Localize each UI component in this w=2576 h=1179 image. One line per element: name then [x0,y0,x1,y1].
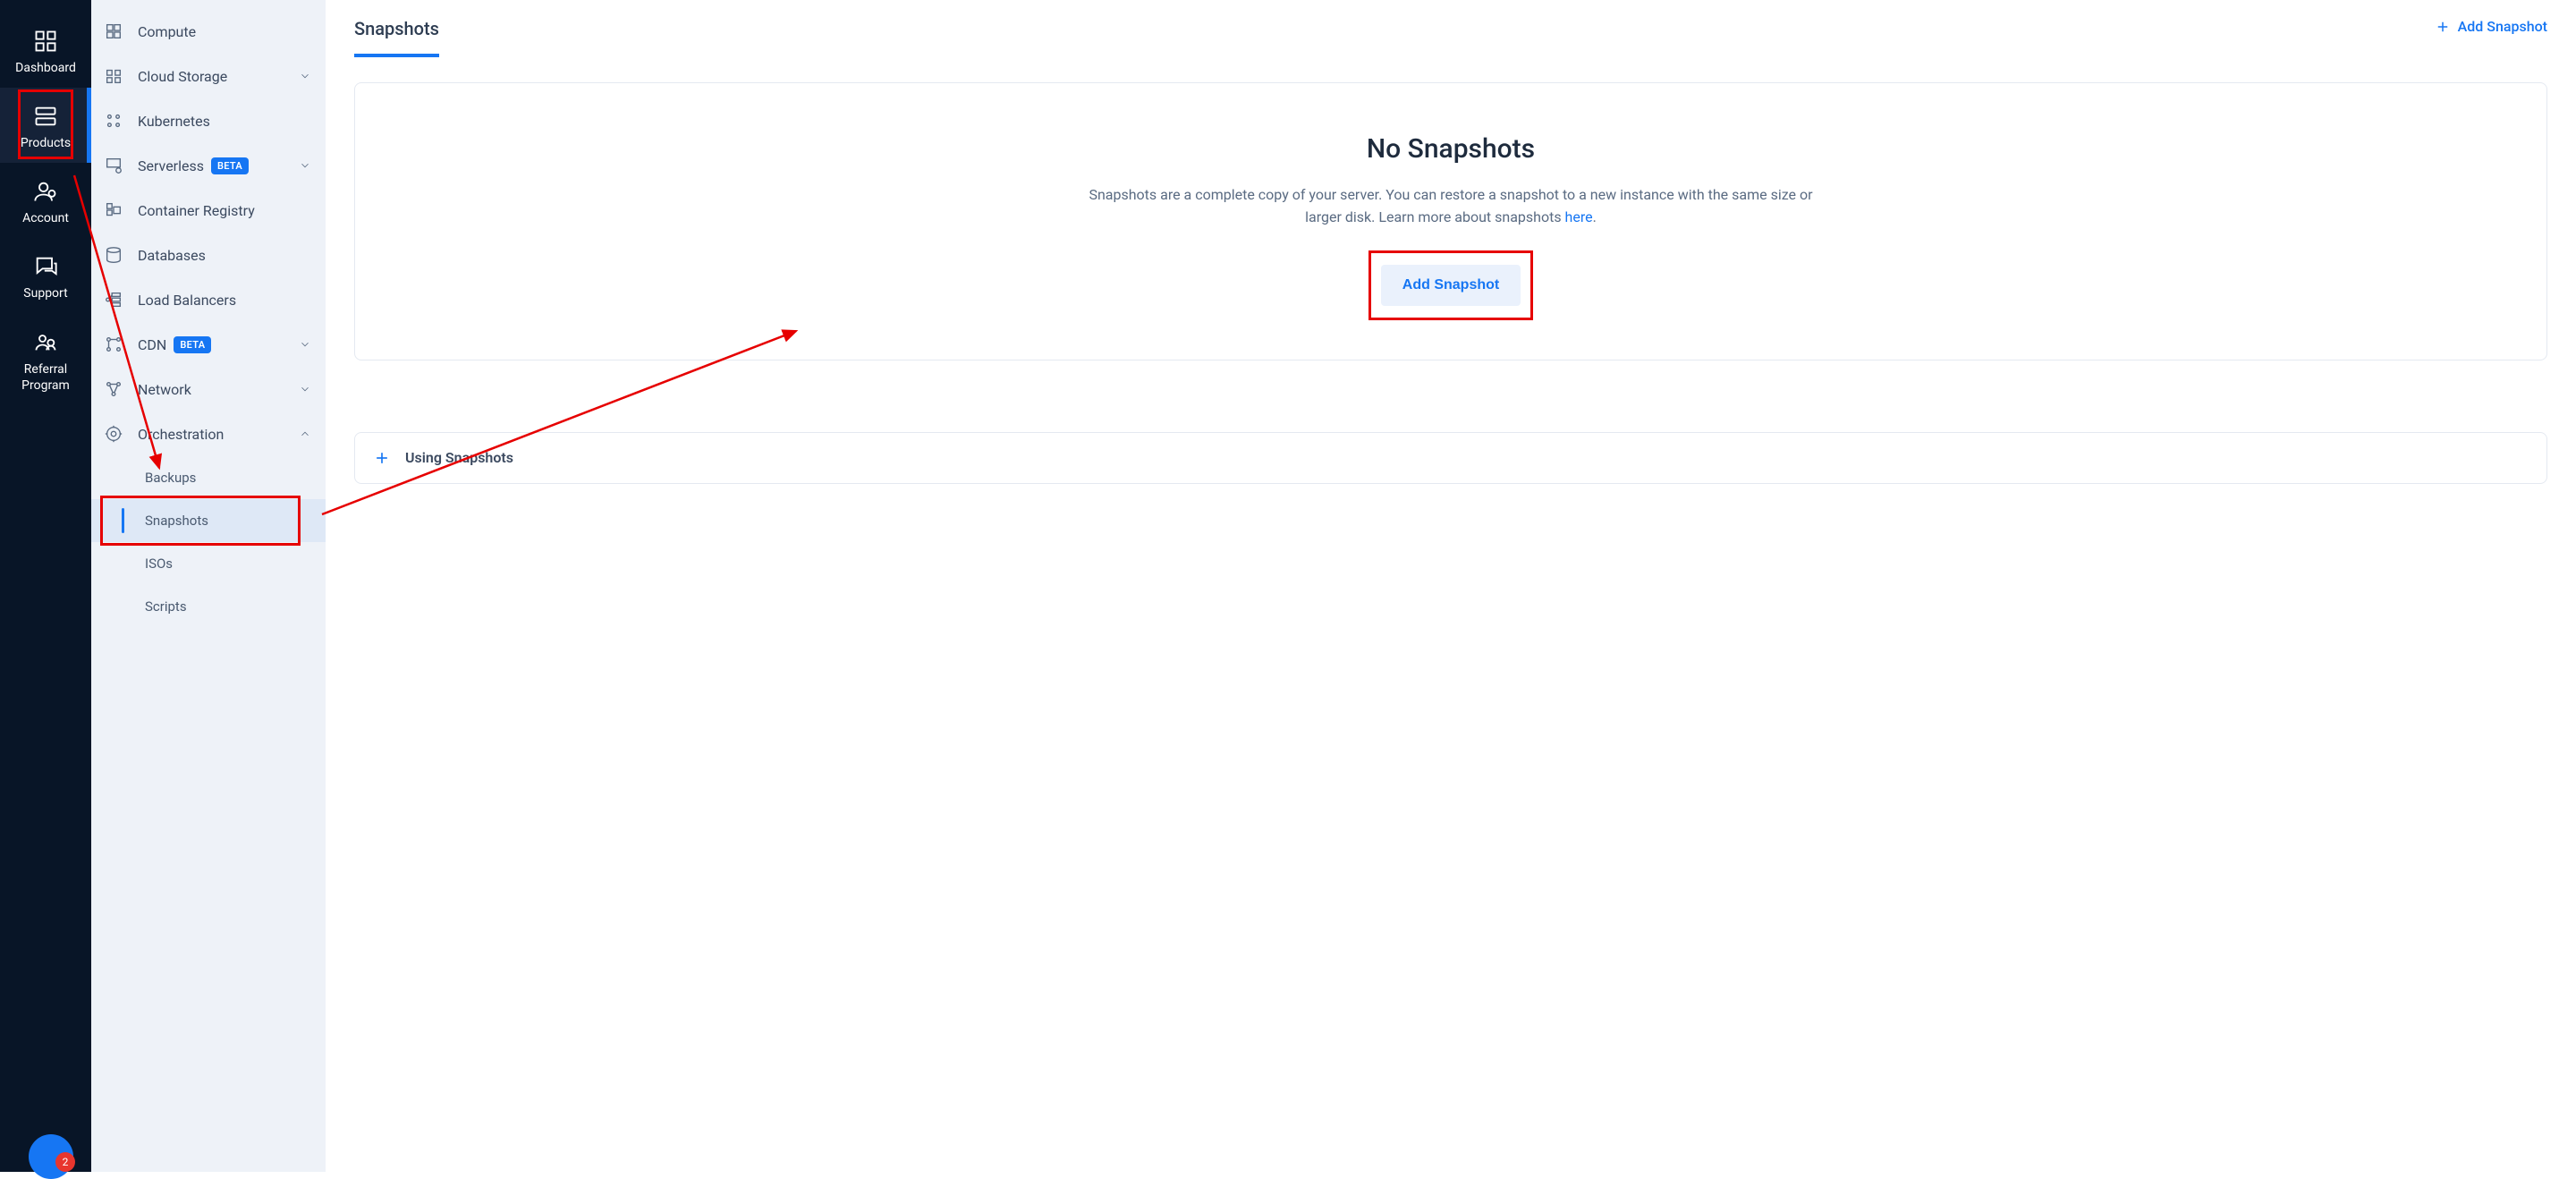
side-sub-snapshots[interactable]: Snapshots [91,499,326,542]
side-network[interactable]: Network [91,367,326,411]
secondary-nav: Compute Cloud Storage Kubernetes Serverl… [91,0,326,1172]
side-sub-backups-label: Backups [145,470,196,486]
primary-nav: Dashboard Products Account Support Refer… [0,0,91,1172]
load-balancers-icon [104,290,123,310]
side-compute[interactable]: Compute [91,9,326,54]
tab-snapshots[interactable]: Snapshots [354,13,439,57]
chevron-down-icon [299,338,311,351]
nav-support-label: Support [23,286,67,301]
side-container-registry-label: Container Registry [138,202,255,219]
cdn-icon [104,335,123,354]
server-icon [33,104,58,129]
empty-desc-text: Snapshots are a complete copy of your se… [1089,186,1812,225]
side-sub-backups[interactable]: Backups [91,456,326,499]
add-snapshot-button[interactable]: Add Snapshot [1381,265,1521,306]
side-sub-isos-label: ISOs [145,556,173,572]
side-orchestration[interactable]: Orchestration [91,411,326,456]
nav-support[interactable]: Support [0,238,91,313]
beta-badge: BETA [211,157,249,174]
orchestration-icon [104,424,123,444]
chevron-down-icon [299,159,311,172]
side-cdn-label: CDN [138,336,166,353]
nav-products-label: Products [21,136,71,150]
side-cdn[interactable]: CDN BETA [91,322,326,367]
side-network-label: Network [138,381,191,398]
side-orchestration-label: Orchestration [138,426,224,443]
chevron-down-icon [299,383,311,395]
side-compute-label: Compute [138,23,196,40]
side-container-registry[interactable]: Container Registry [91,188,326,233]
dashboard-icon [33,29,58,54]
serverless-icon [104,156,123,175]
referral-icon [33,329,58,354]
learn-more-link[interactable]: here [1565,208,1593,225]
using-snapshots-accordion[interactable]: Using Snapshots [354,432,2547,484]
container-registry-icon [104,200,123,220]
nav-products[interactable]: Products [0,88,91,163]
plus-icon [2435,19,2451,35]
notification-badge[interactable]: 2 [55,1152,75,1172]
empty-title: No Snapshots [391,133,2511,165]
nav-referral-label: Referral Program [0,361,91,394]
main-content: Snapshots Add Snapshot No Snapshots Snap… [326,0,2576,1172]
side-kubernetes[interactable]: Kubernetes [91,98,326,143]
kubernetes-icon [104,111,123,131]
nav-account[interactable]: Account [0,163,91,238]
nav-referral[interactable]: Referral Program [0,313,91,406]
beta-badge: BETA [174,336,211,353]
side-serverless[interactable]: Serverless BETA [91,143,326,188]
network-icon [104,379,123,399]
empty-desc-text-tail: . [1593,208,1597,225]
tab-snapshots-label: Snapshots [354,18,439,39]
side-serverless-label: Serverless [138,157,204,174]
databases-icon [104,245,123,265]
side-databases-label: Databases [138,247,206,264]
chevron-down-icon [299,70,311,82]
add-snapshot-link[interactable]: Add Snapshot [2435,13,2547,35]
empty-state-card: No Snapshots Snapshots are a complete co… [354,82,2547,360]
empty-description: Snapshots are a complete copy of your se… [1080,184,1822,229]
nav-account-label: Account [22,211,69,225]
chevron-up-icon [299,428,311,440]
support-icon [33,254,58,279]
side-cloud-storage-label: Cloud Storage [138,68,227,85]
add-snapshot-link-label: Add Snapshot [2458,18,2547,35]
side-databases[interactable]: Databases [91,233,326,277]
cloud-storage-icon [104,66,123,86]
side-sub-isos[interactable]: ISOs [91,542,326,585]
nav-dashboard-label: Dashboard [15,61,76,75]
side-load-balancers[interactable]: Load Balancers [91,277,326,322]
nav-dashboard[interactable]: Dashboard [0,13,91,88]
side-load-balancers-label: Load Balancers [138,292,236,309]
side-sub-scripts[interactable]: Scripts [91,585,326,628]
side-kubernetes-label: Kubernetes [138,113,210,130]
side-sub-scripts-label: Scripts [145,598,187,615]
using-snapshots-label: Using Snapshots [405,449,513,466]
plus-icon [373,449,391,467]
side-sub-snapshots-label: Snapshots [145,513,208,529]
account-icon [33,179,58,204]
side-cloud-storage[interactable]: Cloud Storage [91,54,326,98]
compute-icon [104,21,123,41]
page-header: Snapshots Add Snapshot [354,13,2547,57]
